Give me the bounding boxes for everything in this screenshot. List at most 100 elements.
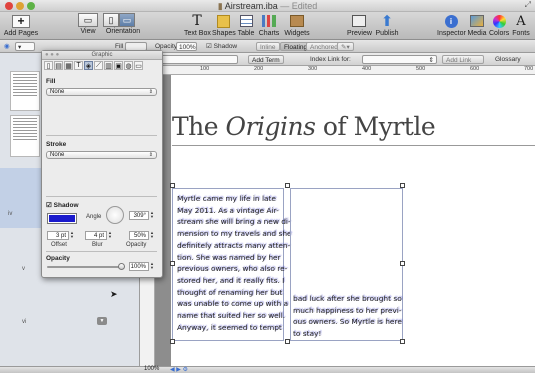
blur-field[interactable]: 4 pt — [85, 231, 107, 240]
glossary-button[interactable]: Glossary — [495, 55, 521, 64]
shadow-section-label: Shadow — [53, 202, 79, 209]
table-icon — [236, 13, 256, 29]
section-divider — [46, 251, 157, 252]
charts-icon — [259, 13, 279, 29]
opacity-field[interactable]: 100% — [176, 42, 197, 51]
page-thumbnail[interactable] — [10, 115, 40, 157]
offset-stepper[interactable]: ▲ ▼ — [70, 231, 74, 240]
orientation-control[interactable]: ▯ ▭ Orientation — [103, 13, 143, 35]
window-title-name: Airstream.iba — [224, 1, 278, 11]
table-button[interactable]: Table — [236, 13, 256, 37]
preview-button[interactable]: Preview — [347, 13, 372, 37]
selection-handle[interactable] — [170, 183, 175, 188]
selection-handle[interactable] — [285, 339, 290, 344]
add-pages-button[interactable]: + Add Pages — [3, 13, 39, 37]
add-term-button[interactable]: Add Term — [248, 55, 284, 64]
page-navigation-arrows[interactable]: ◀ ▶ ⚙ — [170, 366, 188, 373]
zoom-level[interactable]: 100% — [144, 366, 159, 372]
fullscreen-icon[interactable]: ⤢ — [525, 0, 531, 10]
text-inspector-icon[interactable]: T — [74, 61, 83, 70]
graphic-inspector-icon[interactable]: ◈ — [84, 61, 93, 70]
charts-button[interactable]: Charts — [258, 13, 280, 37]
layout-inspector-icon[interactable]: ▤ — [54, 61, 63, 70]
publish-icon: ⬆ — [380, 13, 394, 30]
fill-popup[interactable]: None ⇕ — [46, 88, 157, 96]
view-button[interactable]: ▭ View — [78, 13, 98, 35]
wrap-button[interactable]: ✎▾ — [337, 42, 354, 51]
ruler-tick: 700 — [524, 66, 534, 72]
section-divider — [46, 135, 157, 136]
colors-button[interactable]: Colors — [489, 13, 509, 37]
inspector-close-icon[interactable]: ● ● ● — [45, 52, 59, 58]
angle-stepper[interactable]: ▲ ▼ — [150, 211, 154, 220]
add-link-button[interactable]: Add Link — [442, 55, 484, 64]
page-title-end: of Myrtle — [315, 112, 436, 141]
selection-handle[interactable] — [400, 261, 405, 266]
offset-field[interactable]: 3 pt — [47, 231, 69, 240]
quicktime-inspector-icon[interactable]: ▭ — [134, 61, 143, 70]
inspector-button[interactable]: i Inspector — [437, 13, 466, 37]
styles-drawer-icon[interactable]: ◉ — [4, 42, 14, 51]
offset-label: Offset — [51, 242, 67, 248]
media-icon — [467, 13, 487, 29]
orientation-icon: ▯ ▭ — [103, 13, 143, 27]
info-icon: i — [441, 13, 461, 29]
text-column-2[interactable]: bad luck after she brought so much happi… — [290, 188, 403, 341]
table-inspector-icon[interactable]: ▥ — [104, 61, 113, 70]
stroke-section-label: Stroke — [46, 141, 67, 148]
stroke-popup[interactable]: None ⇕ — [46, 151, 157, 159]
text-column-1-content: Myrtle came my life in late May 2011. As… — [177, 194, 292, 332]
angle-field[interactable]: 309° — [129, 211, 149, 220]
shadow-opacity-stepper[interactable]: ▲ ▼ — [150, 231, 154, 240]
disclosure-triangle-icon[interactable]: ▼ — [97, 317, 107, 325]
horizontal-ruler: 100 200 300 400 500 600 700 — [155, 66, 535, 75]
fill-section-label: Fill — [46, 78, 56, 85]
table-label: Table — [237, 30, 255, 37]
page-thumbnail[interactable] — [10, 71, 40, 111]
selection-handle[interactable] — [400, 183, 405, 188]
opacity-slider-knob[interactable] — [118, 263, 125, 270]
shadow-checkbox[interactable]: ☑ Shadow — [206, 42, 237, 51]
object-opacity-stepper[interactable]: ▲ ▼ — [150, 262, 154, 271]
popup-arrows-icon: ⇕ — [148, 89, 153, 95]
shadow-checkbox[interactable]: ☑ Shadow — [46, 201, 79, 209]
opacity-slider-track[interactable] — [47, 266, 122, 268]
shadow-opacity-label: Opacity — [126, 242, 147, 248]
page-number-label: v — [22, 266, 25, 272]
selection-handle[interactable] — [170, 261, 175, 266]
selection-handle[interactable] — [400, 339, 405, 344]
widgets-button[interactable]: Widgets — [284, 13, 310, 37]
media-button[interactable]: Media — [467, 13, 487, 37]
chart-inspector-icon[interactable]: ▣ — [114, 61, 123, 70]
page-title[interactable]: The Origins of Myrtle — [172, 112, 436, 141]
window-title: ▮ Airstream.iba — Edited — [0, 1, 535, 12]
inspector-label: Inspector — [437, 30, 466, 37]
preview-label: Preview — [347, 30, 372, 37]
title-divider — [172, 145, 535, 146]
angle-dial[interactable] — [106, 206, 124, 224]
widget-inspector-icon[interactable]: ▦ — [64, 61, 73, 70]
object-opacity-field[interactable]: 100% — [129, 262, 149, 271]
publish-button[interactable]: ⬆ Publish — [374, 13, 400, 37]
selection-handle[interactable] — [285, 183, 290, 188]
index-link-popup[interactable]: ⇕ — [362, 55, 437, 64]
preview-icon — [349, 13, 369, 29]
format-bar-popup[interactable]: ▾ — [15, 42, 35, 51]
shapes-button[interactable]: Shapes — [212, 13, 236, 37]
document-inspector-icon[interactable]: ▯ — [44, 61, 53, 70]
metrics-inspector-icon[interactable]: ⟋ — [94, 61, 103, 70]
link-inspector-icon[interactable]: ◍ — [124, 61, 133, 70]
blur-stepper[interactable]: ▲ ▼ — [108, 231, 112, 240]
window-title-status: — Edited — [280, 1, 318, 11]
view-icon: ▭ — [78, 13, 98, 27]
shadow-opacity-field[interactable]: 50% — [129, 231, 149, 240]
term-field[interactable] — [158, 55, 238, 64]
document-icon: ▮ — [217, 1, 223, 11]
selection-handle[interactable] — [170, 339, 175, 344]
shadow-color-well[interactable] — [47, 213, 77, 224]
text-box-button[interactable]: T Text Box — [184, 13, 211, 37]
angle-label: Angle — [86, 214, 102, 220]
fonts-button[interactable]: A Fonts — [511, 13, 531, 38]
text-column-1[interactable]: Myrtle came my life in late May 2011. As… — [172, 188, 292, 341]
inline-button[interactable]: Inline — [256, 42, 280, 51]
